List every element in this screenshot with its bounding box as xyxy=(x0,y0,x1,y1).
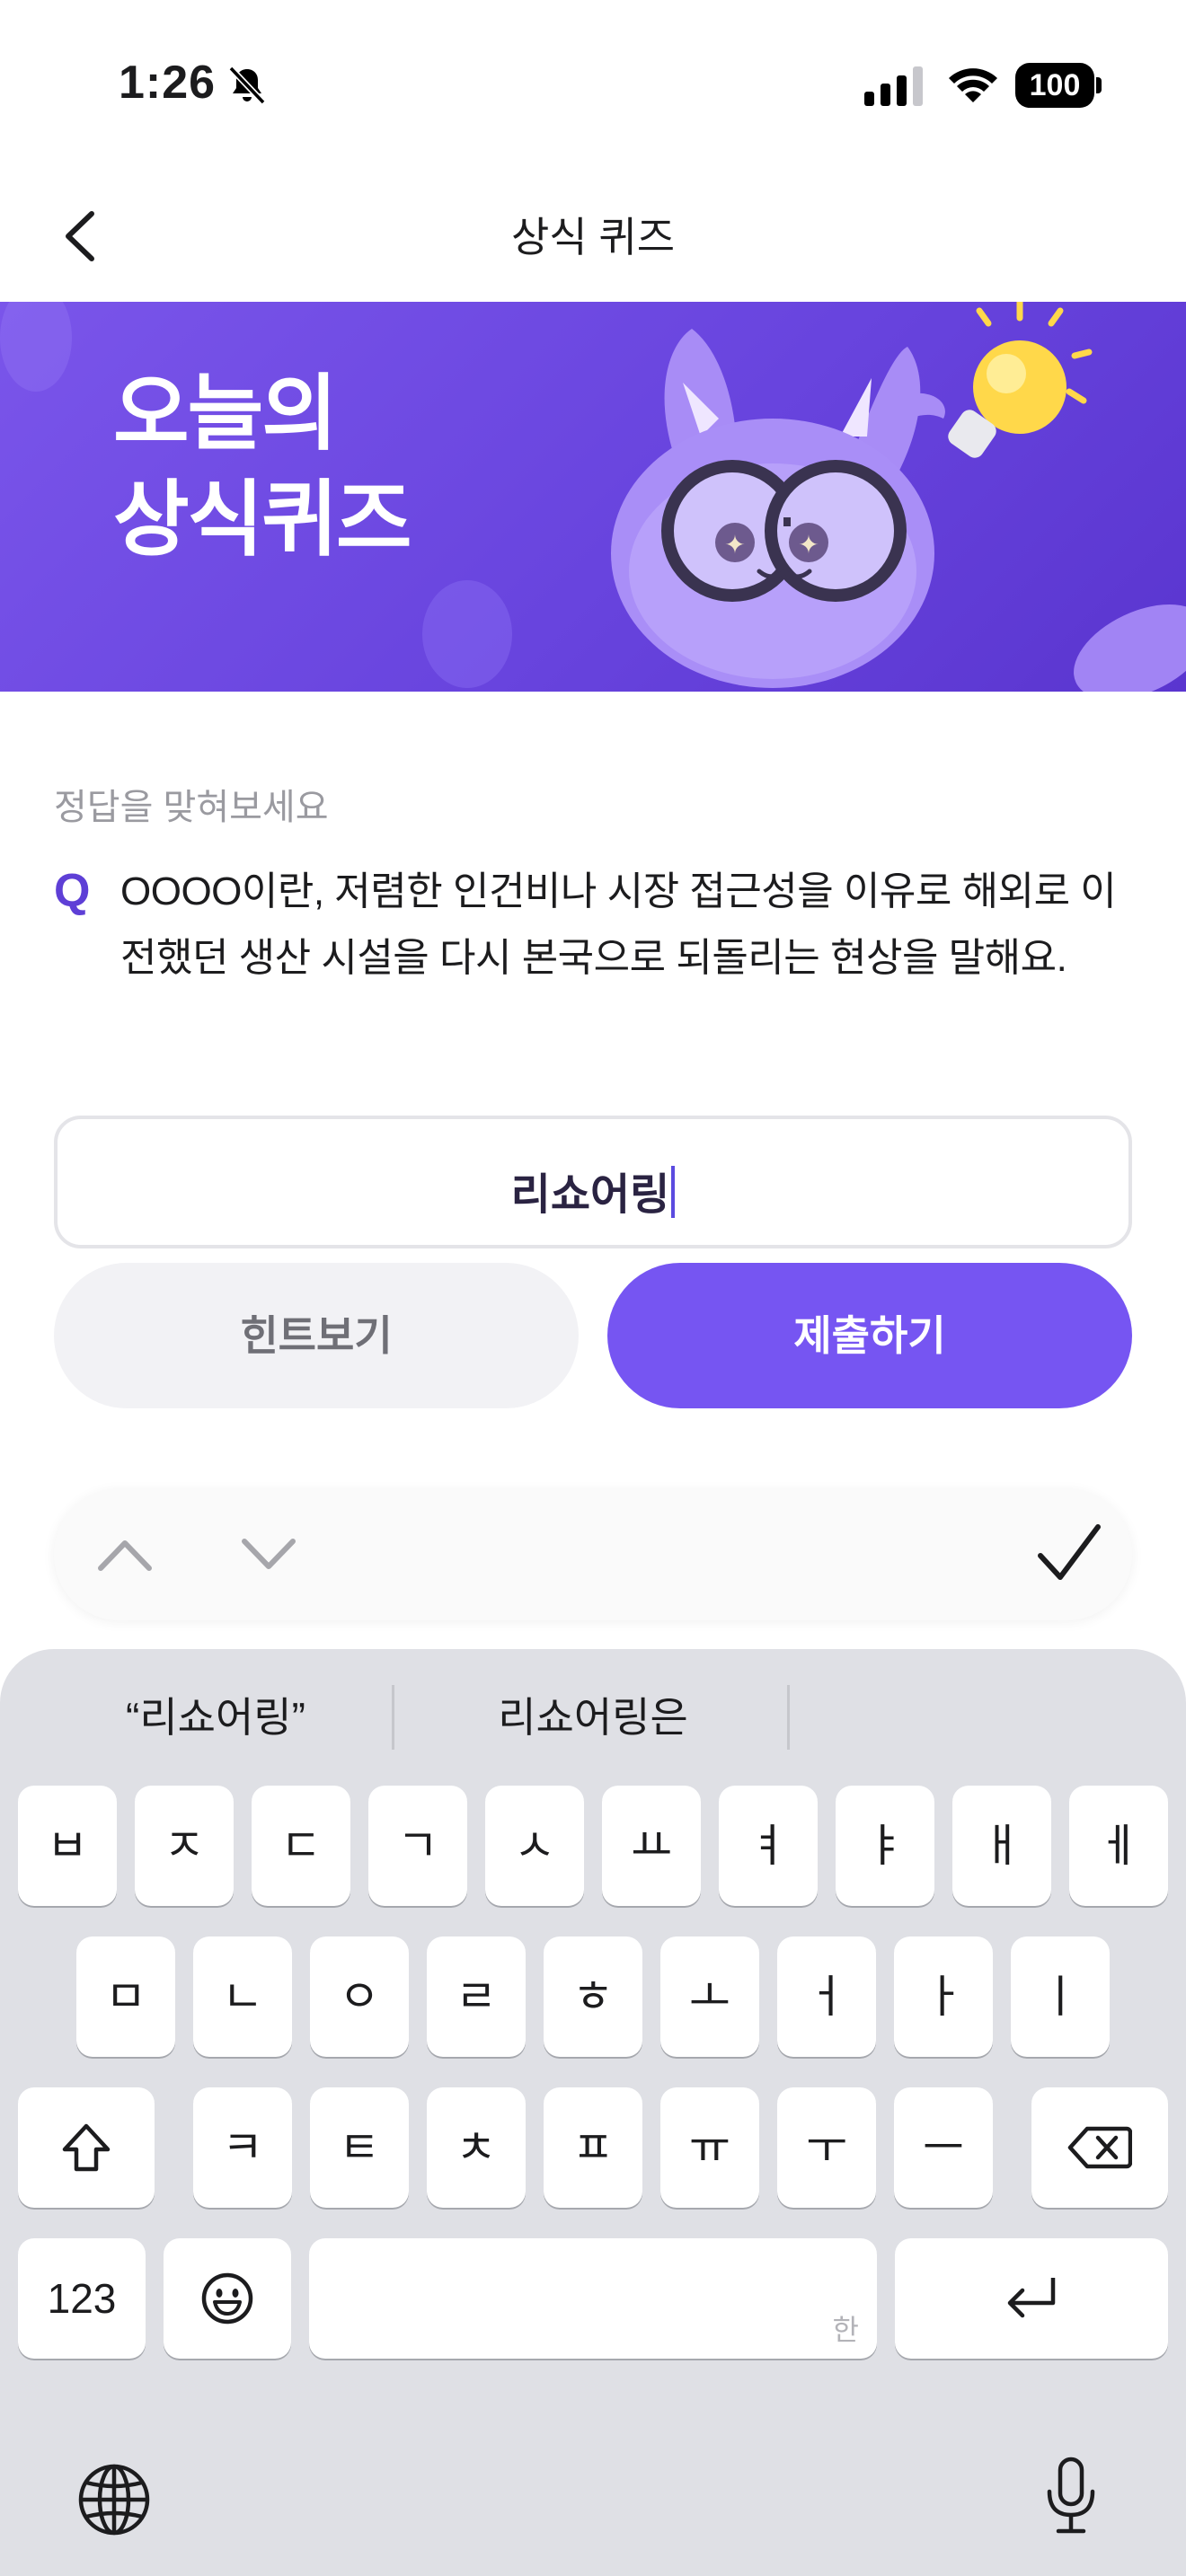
battery-icon: 100 xyxy=(1015,63,1102,108)
backspace-icon xyxy=(1067,2126,1132,2169)
key[interactable]: ㅠ xyxy=(660,2087,759,2208)
status-time: 1:26 xyxy=(119,57,217,109)
chevron-down-icon[interactable] xyxy=(237,1531,300,1577)
key[interactable]: ㅐ xyxy=(952,1786,1051,1906)
key[interactable]: ㅕ xyxy=(719,1786,818,1906)
key[interactable]: ㅈ xyxy=(135,1786,234,1906)
space-key[interactable]: 한 xyxy=(309,2238,877,2359)
key[interactable]: ㄴ xyxy=(193,1936,292,2057)
banner-title: 오늘의 상식퀴즈 xyxy=(113,368,412,566)
key[interactable]: ㅂ xyxy=(18,1786,117,1906)
text-cursor xyxy=(671,1166,676,1218)
key[interactable]: ㄱ xyxy=(368,1786,467,1906)
svg-text:✦: ✦ xyxy=(724,530,745,560)
shift-key[interactable] xyxy=(18,2087,155,2208)
key[interactable]: ㅔ xyxy=(1069,1786,1168,1906)
checkmark-icon[interactable] xyxy=(1035,1522,1103,1584)
battery-level: 100 xyxy=(1015,63,1094,108)
key[interactable]: ㅎ xyxy=(544,1936,642,2057)
shift-icon xyxy=(62,2123,111,2172)
svg-text:✦: ✦ xyxy=(798,530,819,560)
question-text: OOOO이란, 저렴한 인건비나 시장 접근성을 이유로 해외로 이전했던 생산… xyxy=(120,869,1117,980)
status-bar: 1:26 100 xyxy=(0,0,1186,171)
submit-button[interactable]: 제출하기 xyxy=(607,1263,1132,1408)
key[interactable]: ㅍ xyxy=(544,2087,642,2208)
return-icon xyxy=(1007,2278,1056,2318)
space-language-label: 한 xyxy=(832,2313,859,2347)
chevron-up-icon[interactable] xyxy=(93,1531,156,1577)
answer-input[interactable]: 리쇼어링 xyxy=(54,1116,1132,1248)
key[interactable]: ㅓ xyxy=(777,1936,876,2057)
keyboard-accessory-bar xyxy=(54,1489,1132,1620)
quiz-banner: ✦ ✦ 오늘의 상식퀴즈 xyxy=(0,302,1186,692)
globe-icon[interactable] xyxy=(77,2463,151,2536)
key[interactable]: ㄷ xyxy=(252,1786,350,1906)
key[interactable]: ㅜ xyxy=(777,2087,876,2208)
keyboard: “리쇼어링” 리쇼어링은 ㅂ ㅈ ㄷ ㄱ ㅅ ㅛ ㅕ ㅑ ㅐ ㅔ ㅁ ㄴ ㅇ ㄹ… xyxy=(0,1649,1186,2576)
suggestion-2[interactable]: 리쇼어링은 xyxy=(395,1681,791,1753)
suggestion-divider xyxy=(787,1685,790,1750)
answer-value: 리쇼어링 xyxy=(510,1171,670,1219)
emoji-key[interactable] xyxy=(164,2238,291,2359)
question-label: Q xyxy=(54,865,91,917)
quiz-prompt: 정답을 맞혀보세요 xyxy=(54,788,329,827)
key[interactable]: ㅇ xyxy=(310,1936,409,2057)
key[interactable]: ㅏ xyxy=(894,1936,993,2057)
key[interactable]: ㅑ xyxy=(836,1786,934,1906)
key[interactable]: ㅌ xyxy=(310,2087,409,2208)
key[interactable]: ㅣ xyxy=(1011,1936,1110,2057)
wifi-icon xyxy=(949,68,997,102)
page-title: 상식 퀴즈 xyxy=(510,214,676,260)
microphone-icon[interactable] xyxy=(1044,2456,1098,2536)
backspace-key[interactable] xyxy=(1031,2087,1168,2208)
bell-slash-icon xyxy=(228,66,266,105)
return-key[interactable] xyxy=(895,2238,1168,2359)
hint-button[interactable]: 힌트보기 xyxy=(54,1263,579,1408)
key[interactable]: ㅡ xyxy=(894,2087,993,2208)
suggestion-1[interactable]: “리쇼어링” xyxy=(36,1681,395,1753)
suggestion-divider xyxy=(392,1685,394,1750)
emoji-icon xyxy=(201,2272,253,2325)
signal-icon xyxy=(864,66,923,106)
nav-bar: 상식 퀴즈 xyxy=(0,171,1186,302)
key[interactable]: ㄹ xyxy=(427,1936,526,2057)
key[interactable]: ㅛ xyxy=(602,1786,701,1906)
key[interactable]: ㅊ xyxy=(427,2087,526,2208)
numbers-key[interactable]: 123 xyxy=(18,2238,146,2359)
key[interactable]: ㅁ xyxy=(76,1936,175,2057)
key[interactable]: ㅅ xyxy=(485,1786,584,1906)
key[interactable]: ㅋ xyxy=(193,2087,292,2208)
key[interactable]: ㅗ xyxy=(660,1936,759,2057)
